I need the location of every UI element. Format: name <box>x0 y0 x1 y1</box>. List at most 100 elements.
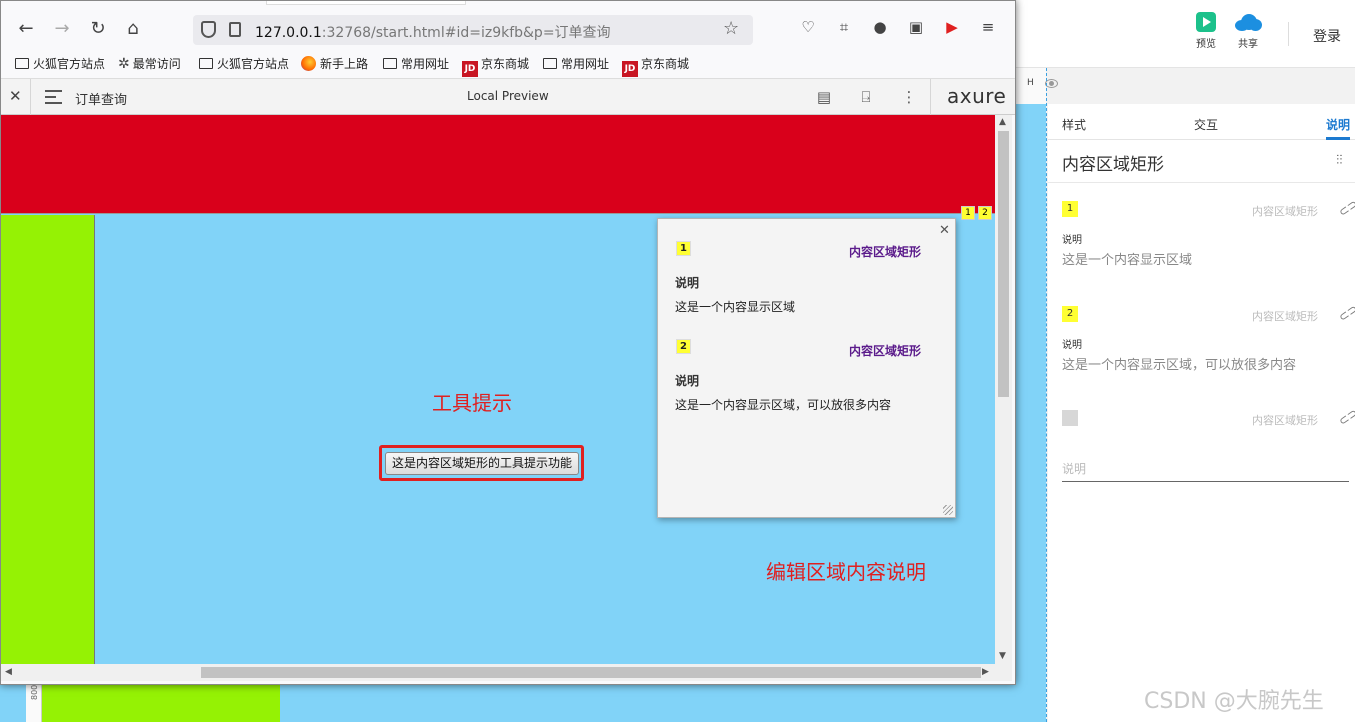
tooltip-annotation: 工具提示 <box>432 391 512 415</box>
login-button[interactable]: 登录 <box>1313 26 1341 46</box>
crop-icon[interactable]: ⌗ <box>834 17 854 37</box>
url-path: :32768/start.html#id=iz9kfb&p=订单查询 <box>321 25 611 41</box>
note-number: 2 <box>676 339 691 354</box>
bookmark-star-icon[interactable]: ☆ <box>723 18 739 39</box>
bookmark-label: 火狐官方站点 <box>217 57 290 71</box>
scroll-left-icon[interactable]: ◀ <box>5 667 12 677</box>
bookmark-item[interactable]: 新手上路 <box>301 55 368 72</box>
toolbar-divider <box>30 79 31 116</box>
close-icon[interactable]: ✕ <box>939 223 950 238</box>
tab-style[interactable]: 样式 <box>1062 116 1086 133</box>
note-input[interactable]: 说明 <box>1062 460 1349 482</box>
note-field-label: 说明 <box>675 276 700 290</box>
pocket-icon[interactable]: ♡ <box>798 17 818 37</box>
tab-interactions[interactable]: 交互 <box>1194 116 1218 133</box>
scroll-down-icon[interactable]: ▼ <box>999 651 1006 661</box>
horizontal-scrollbar[interactable]: ◀ ▶ <box>1 664 995 681</box>
sliders-icon[interactable]: ⫶⫶ <box>1336 153 1343 168</box>
cloud-icon <box>1233 12 1263 32</box>
preview-label: 预览 <box>1196 39 1216 50</box>
active-tab-indicator <box>1326 137 1350 140</box>
note-marker[interactable]: 1 <box>961 206 975 220</box>
bookmark-item[interactable]: 火狐官方站点 <box>15 55 105 72</box>
scrollbar-thumb[interactable] <box>201 667 981 678</box>
reload-icon[interactable]: ↻ <box>86 17 110 41</box>
note-widget-name: 内容区域矩形 <box>1252 205 1318 218</box>
scroll-right-icon[interactable]: ▶ <box>982 667 989 677</box>
share-button[interactable]: 共享 <box>1228 12 1268 50</box>
bookmark-label: 京东商城 <box>641 57 690 71</box>
scrollbar-thumb[interactable] <box>998 131 1009 397</box>
note-widget-link[interactable]: 内容区域矩形 <box>849 243 921 260</box>
note-field-value[interactable]: 这是一个内容显示区域，可以放很多内容 <box>1062 354 1296 373</box>
resize-grip-icon[interactable] <box>943 505 953 515</box>
menu-icon[interactable]: ≡ <box>978 17 998 37</box>
panel-tabs: 样式 交互 说明 <box>1048 104 1355 140</box>
tooltip-button[interactable]: 这是内容区域矩形的工具提示功能 <box>385 452 579 475</box>
scrollbar-corner <box>995 664 1012 681</box>
note-marker[interactable]: 2 <box>978 206 992 220</box>
navigation-bar: ← → ↻ ⌂ 127.0.0.1:32768/start.html#id=iz… <box>1 11 1015 49</box>
extension-icon[interactable]: ▣ <box>906 17 926 37</box>
url-text[interactable]: 127.0.0.1:32768/start.html#id=iz9kfb&p=订… <box>255 22 611 42</box>
preview-button[interactable]: 预览 <box>1186 12 1226 50</box>
tab-notes[interactable]: 说明 <box>1326 116 1350 133</box>
new-note-item[interactable]: 内容区域矩形 ⊂⊃ 说明 <box>1062 405 1355 490</box>
bookmark-item[interactable]: 常用网址 <box>383 55 449 72</box>
note-number: 1 <box>1062 201 1078 217</box>
browser-tab[interactable] <box>266 1 466 5</box>
note-field-value[interactable]: 这是一个内容显示区域 <box>1062 249 1192 268</box>
paperclip-icon[interactable]: ⊂⊃ <box>1336 196 1355 219</box>
sitemap-menu-icon[interactable] <box>45 90 62 108</box>
bookmark-item[interactable]: 火狐官方站点 <box>199 55 289 72</box>
bookmark-item[interactable]: JD 京东商城 <box>462 55 529 77</box>
note-item[interactable]: 2 内容区域矩形 ⊂⊃ 说明 这是一个内容显示区域，可以放很多内容 <box>1062 301 1355 386</box>
preview-title: Local Preview <box>467 89 549 103</box>
paperclip-icon[interactable]: ⊂⊃ <box>1336 301 1355 324</box>
note-widget-link[interactable]: 内容区域矩形 <box>849 342 921 359</box>
note-widget-name: 内容区域矩形 <box>1252 310 1318 323</box>
bookmark-item[interactable]: 常用网址 <box>543 55 609 72</box>
firefox-window: ← → ↻ ⌂ 127.0.0.1:32768/start.html#id=iz… <box>0 0 1016 685</box>
ruler-value: 800 <box>30 684 39 700</box>
edit-notes-annotation: 编辑区域内容说明 <box>766 560 926 584</box>
shield-icon[interactable] <box>201 21 216 38</box>
url-bar[interactable]: 127.0.0.1:32768/start.html#id=iz9kfb&p=订… <box>193 15 753 45</box>
prototype-viewport[interactable]: 1 2 工具提示 这是内容区域矩形的工具提示功能 编辑区域内容说明 ✕ 1 内容… <box>1 115 995 664</box>
note-field-label: 说明 <box>675 374 700 388</box>
bookmark-item[interactable]: ✲ 最常访问 <box>118 55 181 72</box>
video-icon[interactable]: ▶ <box>942 17 962 37</box>
notes-toggle-icon[interactable]: ▤ <box>816 88 832 106</box>
bookmark-label: 最常访问 <box>132 57 181 71</box>
paperclip-icon[interactable]: ⊂⊃ <box>1336 405 1355 428</box>
vertical-scrollbar[interactable]: ▲ ▼ <box>995 115 1012 664</box>
panel-title: 内容区域矩形 <box>1062 155 1164 175</box>
scroll-up-icon[interactable]: ▲ <box>999 117 1006 127</box>
toolbar-divider <box>1288 22 1289 46</box>
toolbar-divider <box>930 79 931 116</box>
bookmark-item[interactable]: JD 京东商城 <box>622 55 689 77</box>
chat-icon[interactable]: ● <box>870 17 890 37</box>
bookmark-label: 京东商城 <box>481 57 530 71</box>
folder-icon <box>543 58 557 69</box>
bookmark-label: 常用网址 <box>401 57 450 71</box>
inspect-icon[interactable]: ⍈ <box>858 88 874 106</box>
height-label: H <box>1027 78 1034 88</box>
folder-icon <box>383 58 397 69</box>
notes-popup: ✕ 1 内容区域矩形 说明 这是一个内容显示区域 2 内容区域矩形 说明 这是一… <box>657 218 956 518</box>
close-icon[interactable]: ✕ <box>9 87 22 105</box>
editor-sidebar-rect[interactable] <box>40 680 280 722</box>
back-icon[interactable]: ← <box>14 17 38 41</box>
home-icon[interactable]: ⌂ <box>121 17 145 41</box>
more-options-icon[interactable]: ⋮ <box>901 88 917 106</box>
note-field-value: 这是一个内容显示区域，可以放很多内容 <box>675 398 892 412</box>
folder-icon <box>15 58 29 69</box>
page-info-icon[interactable] <box>229 22 241 37</box>
axure-logo: axure <box>947 84 1007 108</box>
gear-icon: ✲ <box>118 56 130 72</box>
jd-icon: JD <box>462 61 478 77</box>
bookmarks-toolbar: 火狐官方站点 ✲ 最常访问 火狐官方站点 新手上路 常用网址 JD 京东商城 常用网… <box>1 51 1015 77</box>
note-item[interactable]: 1 内容区域矩形 ⊂⊃ 说明 这是一个内容显示区域 <box>1062 196 1355 281</box>
sidebar-rectangle <box>1 215 95 664</box>
forward-icon[interactable]: → <box>50 17 74 41</box>
